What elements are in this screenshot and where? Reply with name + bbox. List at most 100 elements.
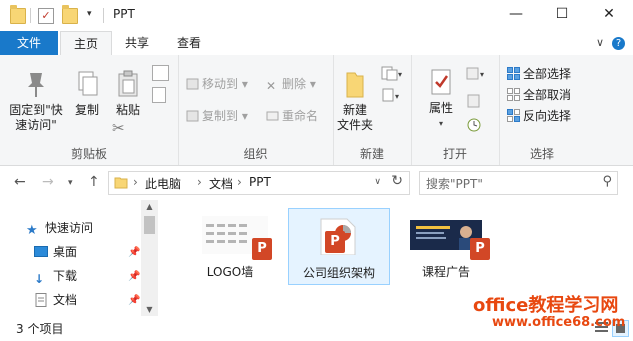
folder-icon[interactable]: [10, 5, 26, 24]
pin-icon[interactable]: 📌: [128, 247, 140, 258]
refresh-icon[interactable]: ↻: [391, 173, 403, 189]
scroll-down-icon[interactable]: ▼: [141, 305, 158, 314]
pin-icon[interactable]: 📌: [128, 271, 140, 282]
properties-icon: [427, 67, 455, 97]
powerpoint-icon: P: [325, 231, 345, 253]
file-name: 课程广告: [421, 265, 470, 279]
delete-button[interactable]: ✕ 删除 ▾: [266, 75, 316, 93]
documents-icon: [34, 292, 48, 307]
recent-locations-icon[interactable]: ▾: [68, 178, 73, 188]
properties-icon[interactable]: ✓: [38, 8, 54, 24]
breadcrumb-separator[interactable]: ›: [133, 175, 138, 189]
minimize-button[interactable]: —: [493, 0, 539, 31]
nav-item-downloads[interactable]: ↓ 下载: [34, 266, 77, 286]
collapse-ribbon-icon[interactable]: ∨: [596, 36, 604, 49]
tab-home[interactable]: 主页: [60, 31, 112, 57]
breadcrumb-separator[interactable]: ›: [237, 175, 242, 189]
clipboard-group: 固定到"快速访问" 复制 粘贴 ✂ 剪贴板: [0, 55, 179, 165]
copy-to-label: 复制到: [202, 109, 239, 123]
move-to-button[interactable]: 移动到 ▾: [186, 75, 248, 93]
file-item-selected[interactable]: P 公司组织架构: [288, 208, 390, 285]
select-none-button[interactable]: 全部取消: [507, 86, 571, 104]
tab-view[interactable]: 查看: [165, 31, 213, 55]
move-to-label: 移动到: [202, 77, 239, 91]
help-icon[interactable]: ?: [612, 37, 625, 50]
pin-icon[interactable]: 📌: [128, 295, 140, 306]
open-icon[interactable]: ▾: [466, 67, 488, 84]
forward-arrow-icon[interactable]: →: [42, 174, 54, 190]
search-input[interactable]: 搜索"PPT" ⚲: [419, 171, 618, 195]
select-group-label: 选择: [529, 147, 554, 161]
paste-button[interactable]: 粘贴: [110, 69, 146, 118]
pin-icon: [22, 69, 50, 99]
svg-text:▾: ▾: [395, 92, 399, 101]
nav-item-label: 快速访问: [45, 221, 94, 235]
breadcrumb-ppt[interactable]: PPT: [249, 175, 271, 189]
search-placeholder: 搜索"PPT": [426, 177, 483, 191]
paste-shortcut-icon[interactable]: [152, 87, 166, 103]
history-icon[interactable]: [466, 117, 482, 136]
file-item[interactable]: P LOGO墙: [180, 208, 280, 283]
file-name: 公司组织架构: [302, 266, 375, 280]
invert-selection-label: 反向选择: [523, 109, 572, 123]
nav-item-quick-access[interactable]: ★ 快速访问: [26, 218, 93, 238]
new-folder-icon[interactable]: [62, 5, 78, 24]
watermark-url: www.office68.com: [492, 315, 626, 330]
select-group: 全部选择 全部取消 反向选择 选择: [499, 55, 585, 165]
breadcrumb-documents[interactable]: 文档: [209, 175, 233, 192]
open-group-label: 打开: [442, 147, 467, 161]
svg-text:▾: ▾: [398, 70, 402, 79]
copy-icon: [73, 69, 101, 99]
address-dropdown-icon[interactable]: ∨: [374, 177, 381, 187]
back-arrow-icon[interactable]: ←: [14, 174, 26, 190]
paste-icon: [114, 69, 142, 99]
rename-button[interactable]: 重命名: [266, 107, 318, 125]
invert-selection-button[interactable]: 反向选择: [507, 107, 571, 125]
maximize-button[interactable]: ☐: [539, 0, 585, 31]
tab-file[interactable]: 文件: [0, 31, 58, 55]
ribbon: 固定到"快速访问" 复制 粘贴 ✂ 剪贴板 移动到 ▾ 复制到 ▾ ✕ 删除 ▾…: [0, 55, 633, 166]
scroll-up-icon[interactable]: ▲: [141, 202, 158, 211]
copy-button[interactable]: 复制: [70, 69, 104, 118]
clipboard-group-label: 剪贴板: [70, 147, 107, 161]
tab-share[interactable]: 共享: [113, 31, 161, 55]
pin-quick-access-button[interactable]: 固定到"快速访问": [6, 69, 66, 133]
nav-item-label: 文档: [53, 293, 78, 307]
properties-label: 属性: [428, 101, 453, 115]
select-all-label: 全部选择: [523, 67, 572, 81]
select-all-button[interactable]: 全部选择: [507, 65, 571, 83]
nav-item-documents[interactable]: 文档: [34, 290, 77, 310]
copy-to-button[interactable]: 复制到 ▾: [186, 107, 248, 125]
organize-group: 移动到 ▾ 复制到 ▾ ✕ 删除 ▾ 重命名 组织: [178, 55, 334, 165]
properties-button[interactable]: 属性 ▾: [421, 67, 461, 131]
paste-label: 粘贴: [115, 103, 140, 117]
edit-icon[interactable]: [466, 93, 482, 112]
file-item[interactable]: P 课程广告: [396, 208, 496, 283]
download-icon: ↓: [34, 271, 45, 286]
address-bar[interactable]: › 此电脑 › 文档 › PPT ∨ ↻: [108, 171, 410, 195]
organize-group-label: 组织: [243, 147, 268, 161]
customize-toolbar-icon[interactable]: ▾: [87, 9, 92, 19]
breadcrumb-separator[interactable]: ›: [197, 175, 202, 189]
close-button[interactable]: ✕: [586, 0, 632, 31]
pin-label: 固定到"快速访问": [9, 103, 63, 132]
scroll-thumb[interactable]: [144, 216, 155, 234]
cut-icon[interactable]: ✂: [112, 119, 125, 137]
properties-dropdown-icon[interactable]: ▾: [421, 116, 461, 131]
breadcrumb-this-pc[interactable]: 此电脑: [145, 175, 181, 192]
copy-path-icon[interactable]: [152, 65, 169, 81]
watermark-brand: office教程学习网: [473, 295, 619, 316]
navigation-pane: ★ 快速访问 桌面 📌 ↓ 下载 📌 文档 📌 ▲ ▼: [0, 200, 158, 316]
nav-item-label: 下载: [53, 269, 78, 283]
search-icon[interactable]: ⚲: [602, 174, 612, 189]
up-arrow-icon[interactable]: ↑: [88, 174, 100, 190]
select-none-label: 全部取消: [523, 88, 572, 102]
easy-access-icon[interactable]: ▾: [381, 87, 403, 106]
new-folder-button[interactable]: 新建 文件夹: [335, 69, 375, 133]
select-all-icon: [507, 67, 520, 80]
nav-scrollbar[interactable]: ▲ ▼: [141, 200, 158, 316]
ribbon-controls: ∨?: [596, 36, 625, 50]
nav-item-desktop[interactable]: 桌面: [34, 242, 77, 262]
new-item-icon[interactable]: ▾: [381, 65, 403, 84]
delete-icon: ✕: [266, 79, 277, 93]
